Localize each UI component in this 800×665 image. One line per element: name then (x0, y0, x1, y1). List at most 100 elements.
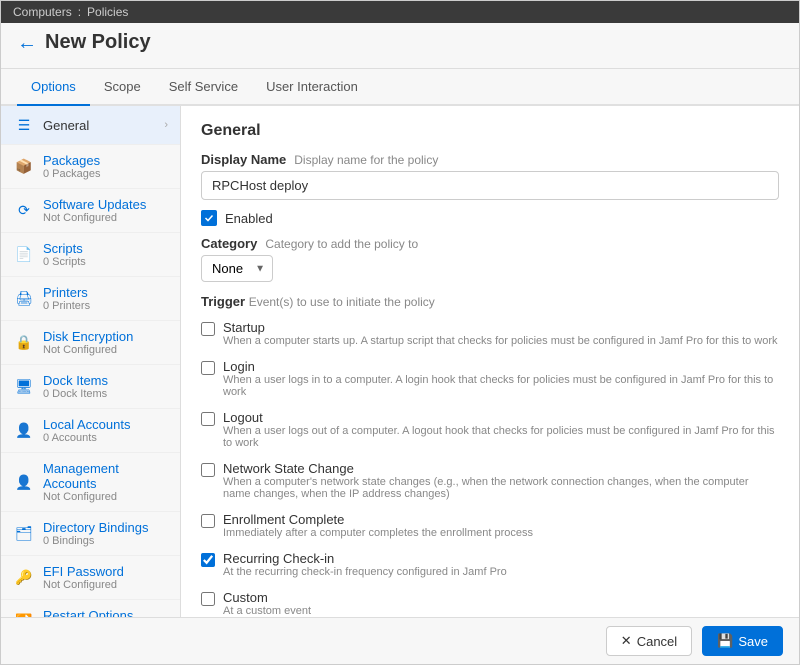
trigger-recurring-checkin-checkbox[interactable] (201, 553, 215, 567)
trigger-startup: Startup When a computer starts up. A sta… (201, 317, 779, 350)
packages-icon: 📦 (13, 156, 35, 178)
trigger-enrollment-desc: Immediately after a computer completes t… (223, 527, 533, 539)
efi-password-icon: 🔑 (13, 567, 35, 589)
sidebar-item-dock-items-sublabel: 0 Dock Items (43, 388, 168, 400)
trigger-logout: Logout When a user logs out of a compute… (201, 407, 779, 452)
sidebar-item-local-accounts-sublabel: 0 Accounts (43, 432, 168, 444)
category-label: Category (201, 236, 257, 251)
sidebar-item-local-accounts[interactable]: 👤 Local Accounts 0 Accounts (1, 409, 180, 453)
app-container: Computers : Policies ← New Policy Option… (0, 0, 800, 665)
category-select-wrapper: None ▼ (201, 255, 273, 282)
trigger-custom-desc: At a custom event (223, 605, 311, 617)
disk-encryption-icon: 🔒 (13, 332, 35, 354)
trigger-custom-checkbox[interactable] (201, 592, 215, 606)
trigger-network-state-change: Network State Change When a computer's n… (201, 458, 779, 503)
sidebar-item-general[interactable]: ☰ General › (1, 106, 180, 145)
back-row: ← New Policy (17, 31, 783, 54)
trigger-enrollment-name: Enrollment Complete (223, 512, 533, 527)
sidebar-item-packages-label: Packages (43, 153, 168, 168)
sidebar-item-scripts-sublabel: 0 Scripts (43, 256, 168, 268)
sidebar-item-packages[interactable]: 📦 Packages 0 Packages (1, 145, 180, 189)
cancel-label: Cancel (637, 634, 677, 649)
sidebar-item-dock-items-label: Dock Items (43, 373, 168, 388)
sidebar-item-scripts[interactable]: 📄 Scripts 0 Scripts (1, 233, 180, 277)
sidebar-item-management-accounts[interactable]: 👤 Management Accounts Not Configured (1, 453, 180, 512)
sidebar-item-scripts-label: Scripts (43, 241, 168, 256)
trigger-label: Trigger (201, 294, 245, 309)
category-hint: Category to add the policy to (265, 237, 418, 251)
save-button[interactable]: 💾 Save (702, 626, 783, 656)
trigger-network-state-change-checkbox[interactable] (201, 463, 215, 477)
sidebar-item-dock-items[interactable]: 🖥 Dock Items 0 Dock Items (1, 365, 180, 409)
trigger-enrollment-complete: Enrollment Complete Immediately after a … (201, 509, 779, 542)
chevron-right-icon: › (164, 119, 168, 131)
enabled-label: Enabled (225, 211, 273, 226)
trigger-enrollment-checkbox[interactable] (201, 514, 215, 528)
sidebar-item-printers-label: Printers (43, 285, 168, 300)
page-title: New Policy (45, 31, 151, 54)
trigger-logout-name: Logout (223, 410, 779, 425)
section-general-title: General (201, 122, 779, 140)
sidebar-item-local-accounts-label: Local Accounts (43, 417, 168, 432)
sidebar-item-management-accounts-sublabel: Not Configured (43, 491, 168, 503)
trigger-logout-desc: When a user logs out of a computer. A lo… (223, 425, 779, 449)
tab-self-service[interactable]: Self Service (155, 69, 252, 106)
trigger-login-name: Login (223, 359, 779, 374)
sidebar-item-general-label: General (43, 118, 156, 133)
sidebar-item-efi-password-label: EFI Password (43, 564, 168, 579)
breadcrumb-policies[interactable]: Policies (87, 5, 128, 19)
top-bar: Computers : Policies (1, 1, 799, 23)
sidebar-item-restart-options[interactable]: 🔁 Restart Options Not Configured (1, 600, 180, 617)
sidebar-item-directory-bindings[interactable]: 🗂 Directory Bindings 0 Bindings (1, 512, 180, 556)
sidebar-item-restart-options-label: Restart Options (43, 608, 168, 617)
sidebar-item-efi-password[interactable]: 🔑 EFI Password Not Configured (1, 556, 180, 600)
trigger-section: Trigger Event(s) to use to initiate the … (201, 294, 779, 617)
trigger-logout-checkbox[interactable] (201, 412, 215, 426)
trigger-login-checkbox[interactable] (201, 361, 215, 375)
header: ← New Policy (1, 23, 799, 69)
display-name-label: Display Name (201, 152, 286, 167)
sidebar-item-efi-password-sublabel: Not Configured (43, 579, 168, 591)
back-button[interactable]: ← (17, 33, 37, 53)
trigger-hint: Event(s) to use to initiate the policy (249, 295, 435, 309)
trigger-network-desc: When a computer's network state changes … (223, 476, 779, 500)
general-icon: ☰ (13, 114, 35, 136)
trigger-custom: Custom At a custom event (201, 587, 779, 617)
trigger-header: Trigger Event(s) to use to initiate the … (201, 294, 779, 309)
save-icon: 💾 (717, 633, 733, 649)
trigger-recurring-name: Recurring Check-in (223, 551, 507, 566)
tab-user-interaction[interactable]: User Interaction (252, 69, 372, 106)
content-area: General Display Name Display name for th… (181, 106, 799, 617)
display-name-input[interactable] (201, 171, 779, 200)
sidebar-item-directory-bindings-sublabel: 0 Bindings (43, 535, 168, 547)
tab-options[interactable]: Options (17, 69, 90, 106)
sidebar-item-disk-encryption-label: Disk Encryption (43, 329, 168, 344)
trigger-login-desc: When a user logs in to a computer. A log… (223, 374, 779, 398)
cancel-icon: ✕ (621, 633, 632, 649)
tab-scope[interactable]: Scope (90, 69, 155, 106)
tabs-bar: Options Scope Self Service User Interact… (1, 69, 799, 106)
trigger-startup-desc: When a computer starts up. A startup scr… (223, 335, 778, 347)
enabled-row: Enabled (201, 210, 779, 226)
sidebar-item-software-updates[interactable]: ⟳ Software Updates Not Configured (1, 189, 180, 233)
trigger-network-name: Network State Change (223, 461, 779, 476)
dock-items-icon: 🖥 (13, 376, 35, 398)
directory-bindings-icon: 🗂 (13, 523, 35, 545)
sidebar-item-printers[interactable]: 🖨 Printers 0 Printers (1, 277, 180, 321)
category-row: Category Category to add the policy to (201, 236, 779, 251)
sidebar-item-disk-encryption-sublabel: Not Configured (43, 344, 168, 356)
sidebar-item-software-updates-sublabel: Not Configured (43, 212, 168, 224)
enabled-checkbox[interactable] (201, 210, 217, 226)
breadcrumb-computers[interactable]: Computers (13, 5, 72, 19)
sidebar-item-software-updates-label: Software Updates (43, 197, 168, 212)
sidebar-item-directory-bindings-label: Directory Bindings (43, 520, 168, 535)
management-accounts-icon: 👤 (13, 471, 35, 493)
trigger-startup-checkbox[interactable] (201, 322, 215, 336)
sidebar-item-disk-encryption[interactable]: 🔒 Disk Encryption Not Configured (1, 321, 180, 365)
breadcrumb-separator: : (78, 5, 81, 19)
trigger-login: Login When a user logs in to a computer.… (201, 356, 779, 401)
sidebar-item-management-accounts-label: Management Accounts (43, 461, 168, 491)
category-select[interactable]: None (201, 255, 273, 282)
cancel-button[interactable]: ✕ Cancel (606, 626, 692, 656)
save-label: Save (738, 634, 768, 649)
